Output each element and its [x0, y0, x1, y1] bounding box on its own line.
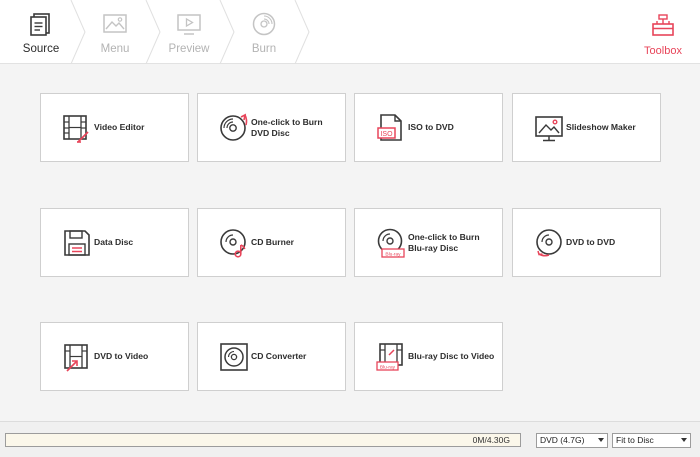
toolbox-label: Toolbox	[644, 45, 682, 57]
preview-icon	[177, 14, 201, 35]
step-source-label: Source	[22, 43, 60, 55]
top-navigation-bar: Source Menu Preview Burn Toolbox	[0, 0, 700, 64]
tool-burn-dvd-disc[interactable]: One-click to Burn DVD Disc	[197, 93, 346, 162]
source-icon	[30, 13, 50, 36]
tool-label: DVD to Video	[94, 351, 149, 362]
burn-bluray-disc-icon: Blu-ray	[377, 228, 405, 258]
tool-burn-bluray-disc[interactable]: Blu-ray One-click to Burn Blu-ray Disc	[354, 208, 503, 277]
chevron-down-icon	[598, 438, 604, 442]
dvd-to-video-icon	[64, 344, 88, 372]
bluray-to-video-icon: Blu-ray	[376, 343, 403, 371]
slideshow-maker-icon	[535, 116, 563, 142]
iso-to-dvd-icon: ISO	[377, 114, 402, 141]
status-bar: 0M/4.30G DVD (4.7G) Fit to Disc	[0, 421, 700, 457]
tool-data-disc[interactable]: Data Disc	[40, 208, 189, 277]
disc-capacity-bar: 0M/4.30G	[5, 433, 521, 447]
fit-mode-value: Fit to Disc	[616, 435, 654, 445]
step-separator	[294, 0, 310, 64]
step-burn[interactable]: Burn	[231, 0, 297, 64]
step-menu-label: Menu	[100, 43, 130, 55]
video-editor-icon	[63, 115, 89, 143]
tool-label: One-click to Burn DVD Disc	[251, 116, 323, 138]
disc-type-value: DVD (4.7G)	[540, 435, 585, 445]
menu-image-icon	[103, 14, 127, 33]
tool-label: Video Editor	[94, 122, 145, 133]
tool-cd-burner[interactable]: CD Burner	[197, 208, 346, 277]
svg-text:Blu-ray: Blu-ray	[385, 251, 401, 257]
step-preview[interactable]: Preview	[156, 0, 222, 64]
step-burn-label: Burn	[251, 43, 277, 55]
tool-slideshow-maker[interactable]: Slideshow Maker	[512, 93, 661, 162]
tool-bluray-to-video[interactable]: Blu-ray Blu-ray Disc to Video	[354, 322, 503, 391]
tool-label: Data Disc	[94, 237, 134, 248]
capacity-text: 0M/4.30G	[472, 435, 510, 445]
cd-converter-icon	[220, 343, 248, 371]
dvd-to-dvd-icon	[536, 229, 562, 257]
fit-mode-select[interactable]: Fit to Disc	[612, 433, 691, 448]
step-preview-label: Preview	[168, 43, 210, 55]
toolbox-button[interactable]: Toolbox	[640, 0, 686, 64]
svg-text:ISO: ISO	[380, 131, 393, 138]
tool-iso-to-dvd[interactable]: ISO ISO to DVD	[354, 93, 503, 162]
tool-label: Blu-ray Disc to Video	[408, 351, 495, 362]
tool-dvd-to-video[interactable]: DVD to Video	[40, 322, 189, 391]
toolbox-icon	[652, 14, 674, 36]
step-menu[interactable]: Menu	[82, 0, 148, 64]
burn-dvd-disc-icon	[220, 113, 248, 141]
tool-video-editor[interactable]: Video Editor	[40, 93, 189, 162]
tool-label: CD Burner	[251, 237, 294, 248]
disc-type-select[interactable]: DVD (4.7G)	[536, 433, 608, 448]
tool-label: ISO to DVD	[408, 122, 454, 133]
chevron-down-icon	[681, 438, 687, 442]
tool-dvd-to-dvd[interactable]: DVD to DVD	[512, 208, 661, 277]
tool-label: DVD to DVD	[566, 237, 616, 248]
tool-cd-converter[interactable]: CD Converter	[197, 322, 346, 391]
tool-label: One-click to Burn Blu-ray Disc	[408, 231, 480, 253]
tool-label: Slideshow Maker	[566, 122, 636, 133]
tool-label: CD Converter	[251, 351, 307, 362]
step-source[interactable]: Source	[6, 0, 76, 64]
cd-burner-icon	[220, 229, 246, 258]
data-disc-icon	[64, 230, 90, 256]
burn-disc-icon	[252, 12, 276, 36]
svg-text:Blu-ray: Blu-ray	[380, 364, 396, 370]
